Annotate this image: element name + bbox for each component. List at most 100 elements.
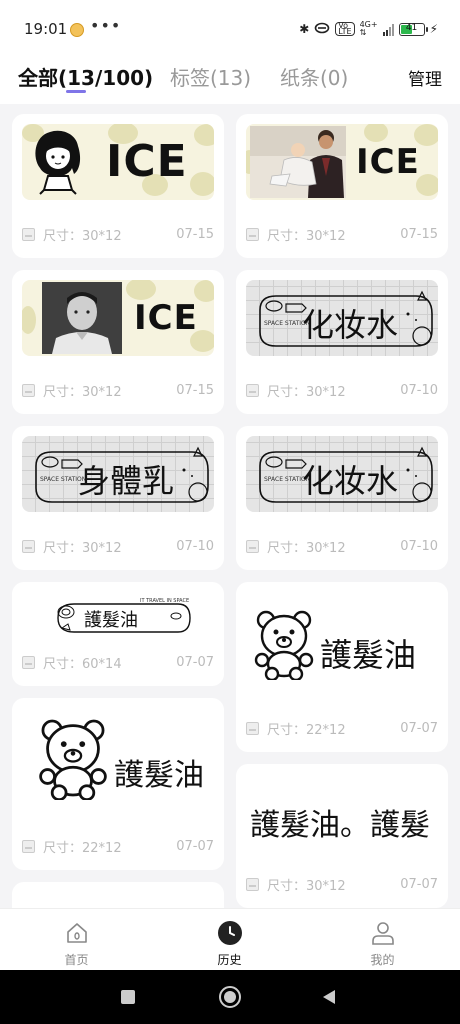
label-meta: 尺寸：22*12 07-07 [22,838,214,856]
label-meta: 尺寸：22*12 07-07 [246,720,438,738]
label-size: 尺寸：30*12 [43,384,122,400]
back-triangle-icon[interactable] [316,984,342,1010]
label-size-icon [246,721,259,735]
nav-home[interactable]: 首页 [0,909,153,971]
tab-notes[interactable]: 纸条(0) [280,62,348,91]
square-icon[interactable] [115,984,141,1010]
top-tab-bar: 全部(13/100) 标签(13) 纸条(0) 管理 [0,56,460,104]
label-meta: 尺寸：30*12 07-07 [246,876,438,894]
more-notifications-icon: ••• [90,16,122,35]
girl-illustration-icon [35,130,81,195]
label-text: 護髮油 [320,636,417,674]
label-size: 尺寸：30*12 [267,228,346,244]
bottom-nav: 首页 历史 我的 [0,908,460,970]
travel-in-space-text: IT TRAVEL IN SPACE [140,598,190,604]
label-size-icon [246,383,259,397]
nav-profile[interactable]: 我的 [306,909,459,971]
label-text: 身體乳 [78,462,175,500]
status-time: 19:01 [24,20,68,38]
label-text: ICE [134,298,198,338]
label-date: 07-07 [176,838,214,854]
label-card[interactable]: ICE 尺寸：30*12 07-15 [236,114,448,258]
label-size-icon [22,839,35,853]
network-type-icon: 4G+ ⇅ [359,20,378,37]
label-card[interactable]: 護髮油 尺寸：22*12 07-07 [236,582,448,752]
label-card[interactable]: SPACE STATION 化妆水 尺寸：30*12 07-10 [236,426,448,570]
label-size-icon [22,655,35,669]
system-navigation-bar [0,970,460,1024]
label-card[interactable]: ICE 尺寸：30*12 07-15 [12,114,224,258]
label-date: 07-10 [176,538,214,554]
signal-icon [382,22,394,36]
label-date: 07-15 [176,382,214,398]
label-card[interactable]: ICE 尺寸：30*12 07-15 [12,270,224,414]
label-meta: 尺寸：30*12 07-10 [246,382,438,400]
active-tab-indicator [66,90,86,93]
teddy-bear-icon [254,610,314,680]
label-size-icon [246,877,259,891]
label-preview: SPACE STATION 化妆水 [246,280,438,356]
label-preview: ICE [22,124,214,200]
manage-button[interactable]: 管理 [408,65,442,90]
label-date: 07-07 [400,876,438,892]
label-card[interactable]: IT TRAVEL IN SPACE 護髮油 尺寸：60*14 07-07 [12,582,224,686]
label-preview: IT TRAVEL IN SPACE 護髮油 [22,592,214,642]
label-size-icon [246,227,259,241]
battery-icon: 41 [398,22,428,36]
charging-icon: ⚡ [429,22,438,36]
tab-labels[interactable]: 标签(13) [170,62,251,91]
nav-profile-label: 我的 [370,953,395,967]
family-photo-image [250,126,346,198]
label-meta: 尺寸：30*12 07-10 [22,538,214,556]
label-preview: SPACE STATION 化妆水 [246,436,438,512]
label-size-icon [22,383,35,397]
label-meta: 尺寸：30*12 07-15 [22,382,214,400]
bluetooth-icon: ✱ [299,22,310,36]
home-icon [63,919,91,947]
label-card[interactable]: 護髮油。護髮 尺寸：30*12 07-07 [236,764,448,908]
label-size: 尺寸：30*12 [267,540,346,556]
label-preview: 護髮油 [246,592,438,702]
label-text: 化妆水 [302,462,399,500]
label-meta: 尺寸：30*12 07-15 [246,226,438,244]
label-date: 07-07 [176,654,214,670]
link-icon [314,22,330,37]
label-size: 尺寸：22*12 [267,722,346,738]
label-text: 護髮油 [84,610,138,631]
label-size: 尺寸：30*12 [43,228,122,244]
tab-all[interactable]: 全部(13/100) [18,62,153,91]
label-meta: 尺寸：30*12 07-10 [246,538,438,556]
label-meta: 尺寸：30*12 07-15 [22,226,214,244]
label-preview: ICE [22,280,214,356]
label-preview: 護髮油 [22,708,214,822]
label-size-icon [22,539,35,553]
label-preview: 護髮油。護髮 [246,774,438,862]
label-preview: ICE [246,124,438,200]
status-bar: 19:01 ••• ✱ Vo LTE 4G+ ⇅ 41 ⚡ [0,0,460,56]
person-icon [369,919,397,947]
nav-home-label: 首页 [64,953,89,967]
circle-icon[interactable] [217,984,243,1010]
label-size-icon [22,227,35,241]
label-size-icon [246,539,259,553]
label-text: ICE [106,136,188,187]
label-card[interactable]: SPACE STATION 化妆水 尺寸：30*12 07-10 [236,270,448,414]
label-size: 尺寸：60*14 [43,656,122,672]
label-size: 尺寸：30*12 [43,540,122,556]
label-date: 07-07 [400,720,438,736]
nav-history[interactable]: 历史 [153,909,306,971]
label-text: 化妆水 [302,306,399,344]
label-text: 護髮油。護髮 [250,808,430,843]
volte-icon: Vo LTE [335,22,355,36]
label-card[interactable]: 護髮油 尺寸：22*12 07-07 [12,698,224,870]
label-text: 護髮油 [114,758,204,793]
label-size: 尺寸：22*12 [43,840,122,856]
clock-icon [216,919,244,947]
teddy-bear-icon [39,719,107,800]
label-size: 尺寸：30*12 [267,878,346,894]
label-preview: SPACE STATION 身體乳 [22,436,214,512]
label-date: 07-10 [400,382,438,398]
label-card[interactable]: SPACE STATION 身體乳 尺寸：30*12 07-10 [12,426,224,570]
label-size: 尺寸：30*12 [267,384,346,400]
label-date: 07-15 [176,226,214,242]
